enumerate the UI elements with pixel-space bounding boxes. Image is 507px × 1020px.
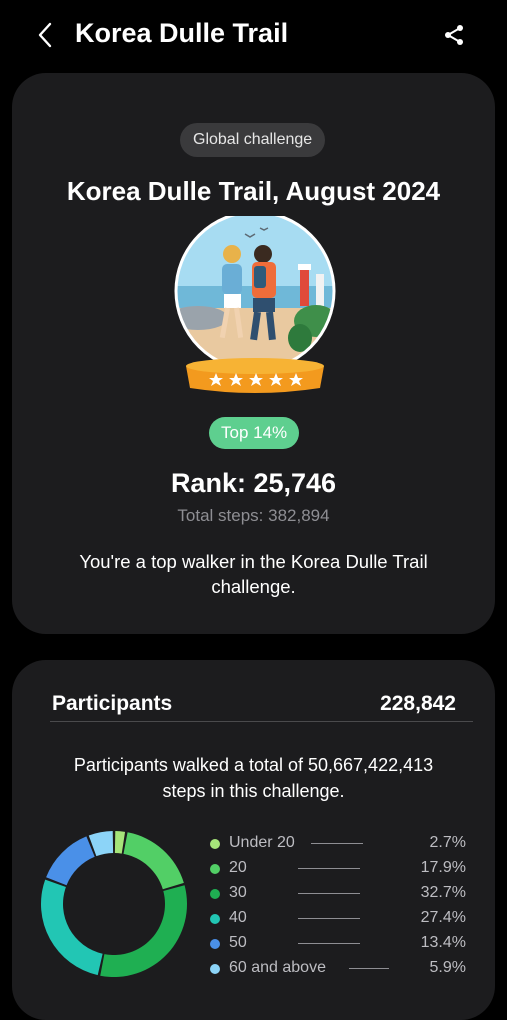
- legend-dot: [210, 939, 220, 949]
- legend-connector-line: [298, 893, 360, 894]
- legend-item: Under 20 2.7%: [210, 832, 466, 857]
- participants-label: Participants: [52, 692, 173, 715]
- legend-percent: 2.7%: [429, 834, 466, 851]
- chevron-left-icon: [38, 22, 52, 48]
- participants-count: 228,842: [380, 692, 456, 715]
- legend-item: 50 13.4%: [210, 932, 466, 957]
- legend-label: Under 20: [229, 834, 295, 851]
- legend-percent: 32.7%: [420, 884, 466, 901]
- legend-percent: 13.4%: [420, 934, 466, 951]
- legend-label: 20: [229, 859, 247, 876]
- legend-item: 20 17.9%: [210, 857, 466, 882]
- participants-header: Participants 228,842: [52, 692, 456, 720]
- legend-dot: [210, 964, 220, 974]
- donut-slice: [46, 836, 95, 886]
- donut-slice: [114, 831, 126, 854]
- share-button[interactable]: [438, 19, 470, 51]
- achievement-message: You're a top walker in the Korea Dulle T…: [79, 551, 428, 597]
- legend-label: 60 and above: [229, 959, 326, 976]
- donut-slice: [100, 885, 187, 977]
- legend-item: 30 32.7%: [210, 882, 466, 907]
- legend-dot: [210, 839, 220, 849]
- legend-percent: 17.9%: [420, 859, 466, 876]
- legend-dot: [210, 914, 220, 924]
- back-button[interactable]: [30, 20, 60, 50]
- legend-connector-line: [298, 943, 360, 944]
- legend-connector-line: [298, 918, 360, 919]
- top-percent-badge: Top 14%: [209, 417, 300, 449]
- legend-item: 40 27.4%: [210, 907, 466, 932]
- participants-summary: Participants walked a total of 50,667,42…: [73, 755, 434, 801]
- age-legend: Under 20 2.7% 20 17.9% 30 32.7% 40 27.4% 50 13.4%…: [210, 832, 466, 982]
- app-header: Korea Dulle Trail: [0, 0, 507, 70]
- legend-label: 50: [229, 934, 247, 951]
- share-icon: [445, 25, 463, 45]
- challenge-type-badge: Global challenge: [180, 123, 326, 157]
- legend-percent: 27.4%: [420, 909, 466, 926]
- legend-connector-line: [349, 968, 389, 969]
- donut-slice: [123, 832, 184, 890]
- participants-card: Participants 228,842 Participants walked…: [12, 660, 495, 1020]
- divider: [50, 721, 473, 722]
- legend-percent: 5.9%: [429, 959, 466, 976]
- legend-dot: [210, 864, 220, 874]
- rank-value: Rank: 25,746: [170, 468, 337, 498]
- legend-label: 30: [229, 884, 247, 901]
- legend-dot: [210, 889, 220, 899]
- legend-label: 40: [229, 909, 247, 926]
- total-steps: Total steps: 382,894: [177, 506, 330, 525]
- challenge-title: Korea Dulle Trail, August 2024: [66, 176, 441, 206]
- challenge-globe-image: [174, 216, 336, 393]
- legend-item: 60 and above 5.9%: [210, 957, 466, 982]
- page-title: Korea Dulle Trail: [75, 18, 289, 48]
- age-donut-chart: [40, 831, 187, 977]
- legend-connector-line: [311, 843, 363, 844]
- donut-slice: [40, 879, 103, 976]
- challenge-card: Global challenge Korea Dulle Trail, Augu…: [12, 73, 495, 634]
- legend-connector-line: [298, 868, 360, 869]
